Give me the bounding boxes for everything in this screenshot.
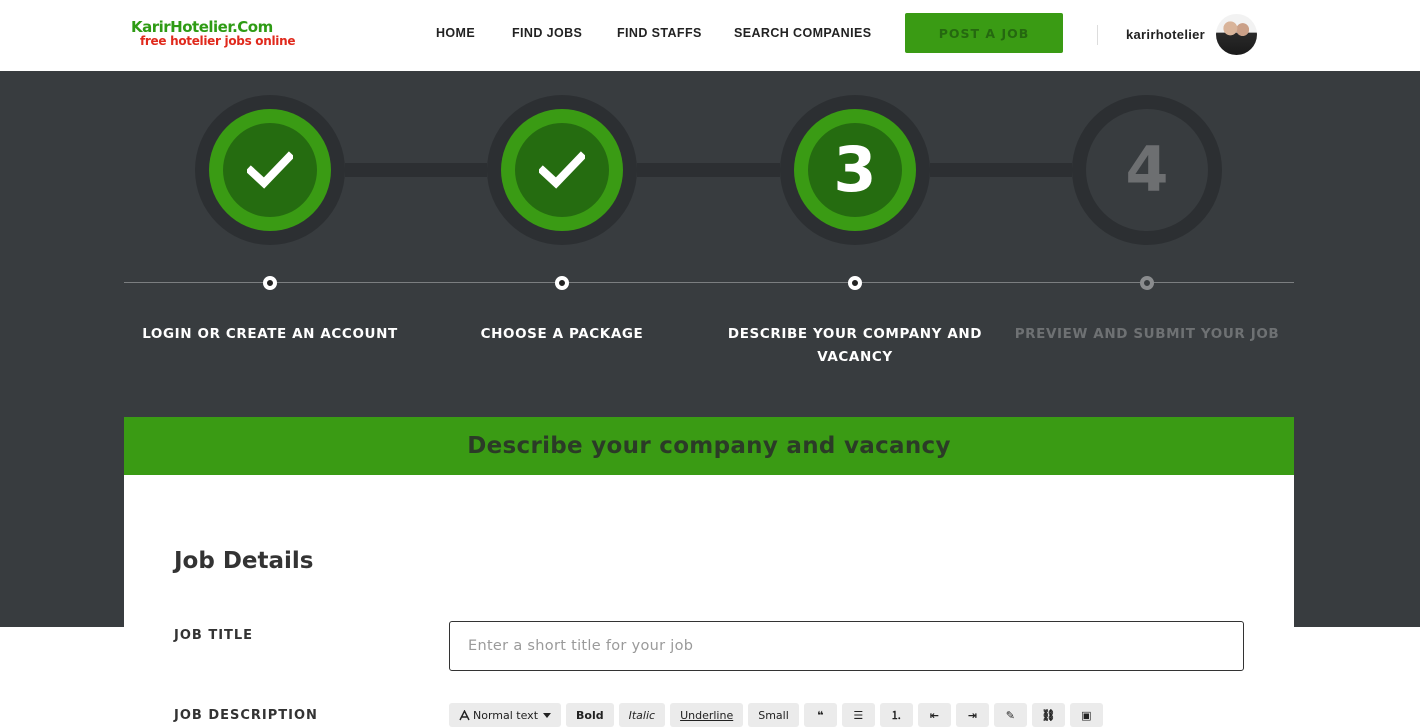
step-3-label: DESCRIBE YOUR COMPANY AND VACANCY [727,326,983,365]
job-description-label: JOB DESCRIPTION [174,708,318,723]
step-connector [345,163,487,177]
site-logo[interactable]: KarirHotelier.Com free hotelier jobs onl… [131,18,301,52]
editor-toolbar: Normal text Bold Italic Underline Small … [449,703,1103,727]
indent-button[interactable]: ⇥ [955,703,989,727]
indent-icon: ⇥ [967,708,977,722]
form-panel [124,475,1294,724]
image-button[interactable]: ▣ [1069,703,1103,727]
section-title: Job Details [174,548,314,574]
nav-find-jobs[interactable]: FIND JOBS [512,26,582,40]
step-4-label: PREVIEW AND SUBMIT YOUR JOB [1014,326,1280,342]
timeline-dot [1140,276,1154,290]
step-4-number: 4 [1125,133,1169,206]
link-button[interactable]: ⛓ [1031,703,1065,727]
post-job-button[interactable]: POST A JOB [905,13,1063,53]
timeline-dot [848,276,862,290]
nav-find-staffs[interactable]: FIND STAFFS [617,26,702,40]
ordered-list-button[interactable]: ⒈ [879,703,913,727]
bold-button[interactable]: Bold [566,703,614,727]
logo-tagline: free hotelier jobs online [140,34,296,48]
timeline-line [124,282,1294,283]
user-avatar[interactable] [1216,14,1257,55]
step-4-circle: 4 [1072,95,1222,245]
timeline-dot [555,276,569,290]
blockquote-icon: ❝ [817,708,824,722]
chevron-down-icon [543,712,552,718]
outdent-button[interactable]: ⇤ [917,703,951,727]
format-dropdown[interactable]: Normal text [449,703,562,727]
job-title-label: JOB TITLE [174,628,254,643]
step-3-number: 3 [833,133,877,206]
format-dropdown-label: Normal text [473,708,539,722]
panel-header: Describe your company and vacancy [124,417,1294,475]
outdent-icon: ⇤ [929,708,939,722]
checkmark-icon [247,151,293,189]
step-1-label: LOGIN OR CREATE AN ACCOUNT [142,326,398,342]
underline-button[interactable]: Underline [670,703,744,727]
step-3-circle: 3 [780,95,930,245]
blockquote-button[interactable]: ❝ [803,703,837,727]
small-button[interactable]: Small [748,703,799,727]
checkmark-icon [539,151,585,189]
italic-button[interactable]: Italic [618,703,666,727]
step-1-circle [195,95,345,245]
nav-home[interactable]: HOME [436,26,475,40]
timeline-dot [263,276,277,290]
panel-title: Describe your company and vacancy [467,433,951,459]
unordered-list-icon: ☰ [853,708,864,722]
unordered-list-button[interactable]: ☰ [841,703,875,727]
step-connector [930,163,1072,177]
step-2-circle [487,95,637,245]
ordered-list-icon: ⒈ [890,709,902,722]
brush-icon: ✎ [1005,708,1015,722]
step-connector [637,163,780,177]
image-icon: ▣ [1081,708,1092,722]
user-name[interactable]: karirhotelier [1126,27,1205,42]
font-icon [459,709,470,720]
header-divider [1097,25,1098,45]
step-2-label: CHOOSE A PACKAGE [480,326,644,342]
job-title-input[interactable] [449,621,1244,671]
site-header: KarirHotelier.Com free hotelier jobs onl… [0,0,1420,71]
brush-button[interactable]: ✎ [993,703,1027,727]
link-icon: ⛓ [1041,708,1056,722]
nav-search-companies[interactable]: SEARCH COMPANIES [734,26,871,40]
